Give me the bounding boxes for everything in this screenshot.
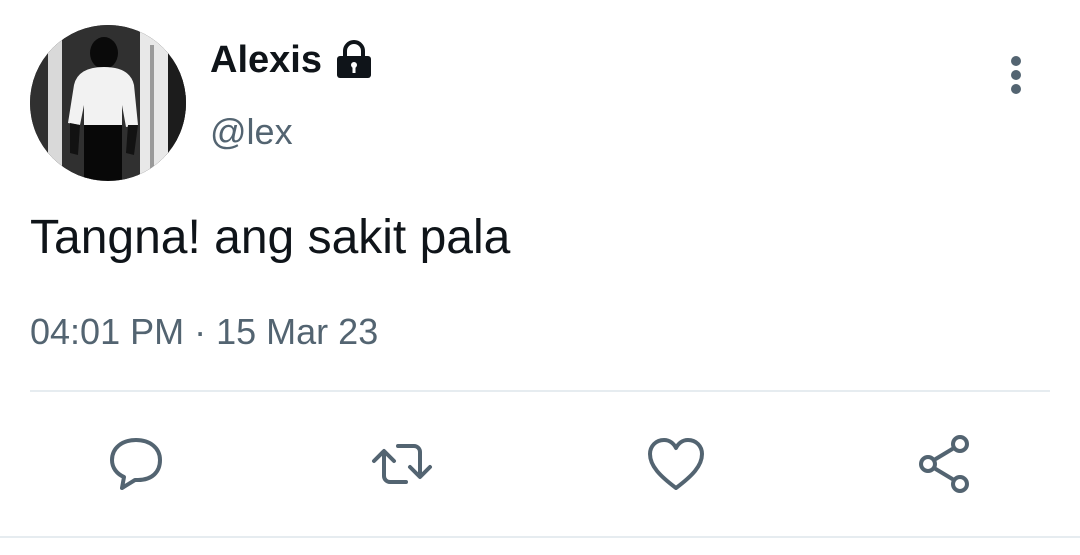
share-button[interactable] (910, 430, 978, 498)
user-handle[interactable]: @lex (210, 114, 293, 150)
reply-button[interactable] (102, 430, 170, 498)
tweet-card: Alexis @lex Tangna! ang sakit pala 04:01… (0, 0, 1080, 555)
heart-icon (648, 438, 704, 490)
display-name-row: Alexis (210, 38, 376, 82)
divider (30, 390, 1050, 392)
speech-bubble-icon (110, 438, 162, 490)
like-button[interactable] (642, 430, 710, 498)
more-options-button[interactable] (996, 50, 1036, 100)
avatar[interactable] (30, 25, 186, 181)
share-nodes-icon (919, 435, 969, 493)
vertical-dots-icon (1011, 56, 1021, 94)
retweet-arrows-icon (372, 444, 432, 484)
lock-icon (332, 38, 376, 82)
meta-separator: · (194, 311, 207, 352)
tweet-timestamp[interactable]: 04:01 PM · 15 Mar 23 (30, 314, 378, 350)
display-name[interactable]: Alexis (210, 41, 322, 79)
tweet-time: 04:01 PM (30, 311, 185, 352)
bottom-divider (0, 536, 1080, 538)
tweet-date: 15 Mar 23 (216, 311, 379, 352)
retweet-button[interactable] (368, 430, 436, 498)
tweet-text: Tangna! ang sakit pala (30, 211, 511, 264)
